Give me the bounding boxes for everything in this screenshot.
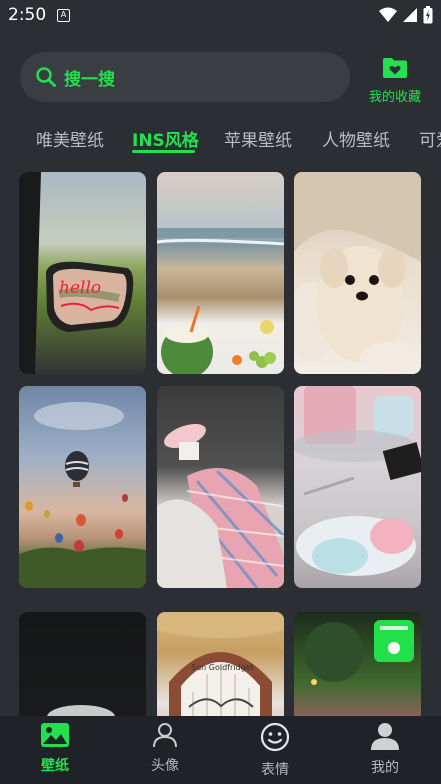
wallpaper-hot-air-balloons[interactable]: [19, 386, 146, 588]
active-tab-indicator: [132, 150, 195, 153]
nav-mine-label: 我的: [371, 760, 399, 776]
nav-avatar-label: 头像: [151, 758, 179, 774]
nav-mine[interactable]: 我的: [345, 722, 425, 777]
beach-picnic-art: [157, 228, 284, 374]
wifi-icon: [379, 7, 397, 22]
wallpaper-grid: hello Sun Goldfridget: [0, 172, 441, 717]
tab-apple[interactable]: 苹果壁纸: [224, 126, 292, 151]
smiley-icon: [260, 722, 290, 752]
wallpaper-phone-flowers[interactable]: [294, 612, 421, 717]
nav-emoji-label: 表情: [261, 762, 289, 778]
wallpaper-beach-picnic[interactable]: [157, 172, 284, 374]
wallpaper-white-puppy[interactable]: [294, 172, 421, 374]
search-bar[interactable]: 搜一搜: [20, 52, 350, 102]
plaid-pajamas-art: [157, 423, 284, 588]
image-icon: [41, 723, 69, 747]
dark-light-art: [47, 705, 115, 717]
search-icon: [36, 67, 56, 87]
wallpaper-plaid-pajamas[interactable]: [157, 386, 284, 588]
nav-wallpaper-label: 壁纸: [41, 758, 69, 774]
nav-avatar[interactable]: 头像: [125, 722, 205, 775]
arch-sign-text: Sun Goldfridget: [191, 663, 254, 672]
favorites-label: 我的收藏: [368, 90, 421, 105]
tab-cute[interactable]: 可爱: [419, 126, 441, 151]
nav-emoji[interactable]: 表情: [235, 722, 315, 779]
app-notification-icon: A: [57, 9, 70, 22]
tab-aesthetic[interactable]: 唯美壁纸: [36, 126, 104, 151]
person-filled-icon: [371, 723, 399, 750]
heart-folder-icon: [383, 58, 407, 78]
phone-flowers-art: [304, 620, 414, 685]
search-label: 搜一搜: [64, 69, 115, 90]
garden-arch-art: Sun Goldfridget: [157, 612, 284, 717]
bottom-navigation: 壁纸 头像 表情 我的: [0, 716, 441, 784]
battery-icon: [423, 6, 433, 24]
status-bar: 2:50 A: [0, 0, 441, 32]
car-mirror-text: hello: [59, 278, 101, 298]
tab-ins-style[interactable]: INS风格: [132, 126, 199, 151]
signal-icon: [403, 8, 417, 22]
favorites-button[interactable]: 我的收藏: [362, 57, 428, 105]
hot-air-balloons-art: [19, 402, 146, 588]
person-outline-icon: [153, 723, 177, 748]
status-time: 2:50: [8, 5, 47, 25]
category-tabs: 唯美壁纸 INS风格 苹果壁纸 人物壁纸 可爱: [0, 120, 441, 160]
nav-wallpaper[interactable]: 壁纸: [15, 722, 95, 775]
wallpaper-tea-table[interactable]: [294, 386, 421, 588]
status-icons: [379, 6, 433, 24]
tea-table-art: [294, 386, 421, 576]
car-mirror-art: hello: [19, 172, 134, 374]
white-puppy-art: [294, 172, 421, 374]
wallpaper-dark-light[interactable]: [19, 612, 146, 717]
wallpaper-car-mirror[interactable]: hello: [19, 172, 146, 374]
tab-people[interactable]: 人物壁纸: [322, 126, 390, 151]
wallpaper-garden-arch[interactable]: Sun Goldfridget: [157, 612, 284, 717]
